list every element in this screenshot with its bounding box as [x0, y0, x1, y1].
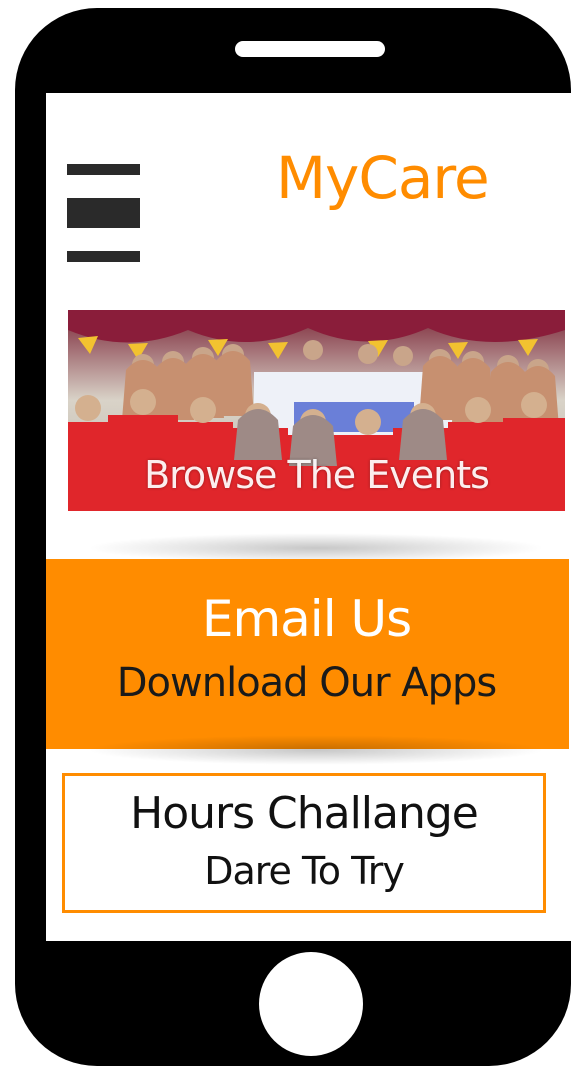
phone-screen: MyCare Browse The Events Email Us Downlo… — [46, 93, 573, 941]
download-apps-link[interactable]: Download Our Apps — [46, 659, 569, 707]
speaker-slot — [235, 41, 385, 57]
challenge-title: Hours Challange — [130, 788, 479, 839]
banner-label: Browse The Events — [144, 453, 490, 497]
app-title: MyCare — [276, 144, 490, 212]
browse-events-banner[interactable]: Browse The Events — [68, 310, 565, 511]
menu-bar-bottom — [67, 251, 140, 262]
phone-frame: MyCare Browse The Events Email Us Downlo… — [15, 8, 573, 1066]
orange-action-block: Email Us Download Our Apps — [46, 559, 569, 749]
hamburger-menu-icon[interactable] — [67, 164, 140, 262]
challenge-subtitle: Dare To Try — [204, 849, 405, 893]
home-button[interactable] — [259, 952, 363, 1056]
email-us-link[interactable]: Email Us — [46, 589, 569, 649]
orange-block-bottom-shadow — [86, 735, 546, 765]
menu-bar-middle — [67, 198, 140, 228]
menu-bar-top — [67, 164, 140, 175]
hours-challenge-card[interactable]: Hours Challange Dare To Try — [62, 773, 546, 913]
